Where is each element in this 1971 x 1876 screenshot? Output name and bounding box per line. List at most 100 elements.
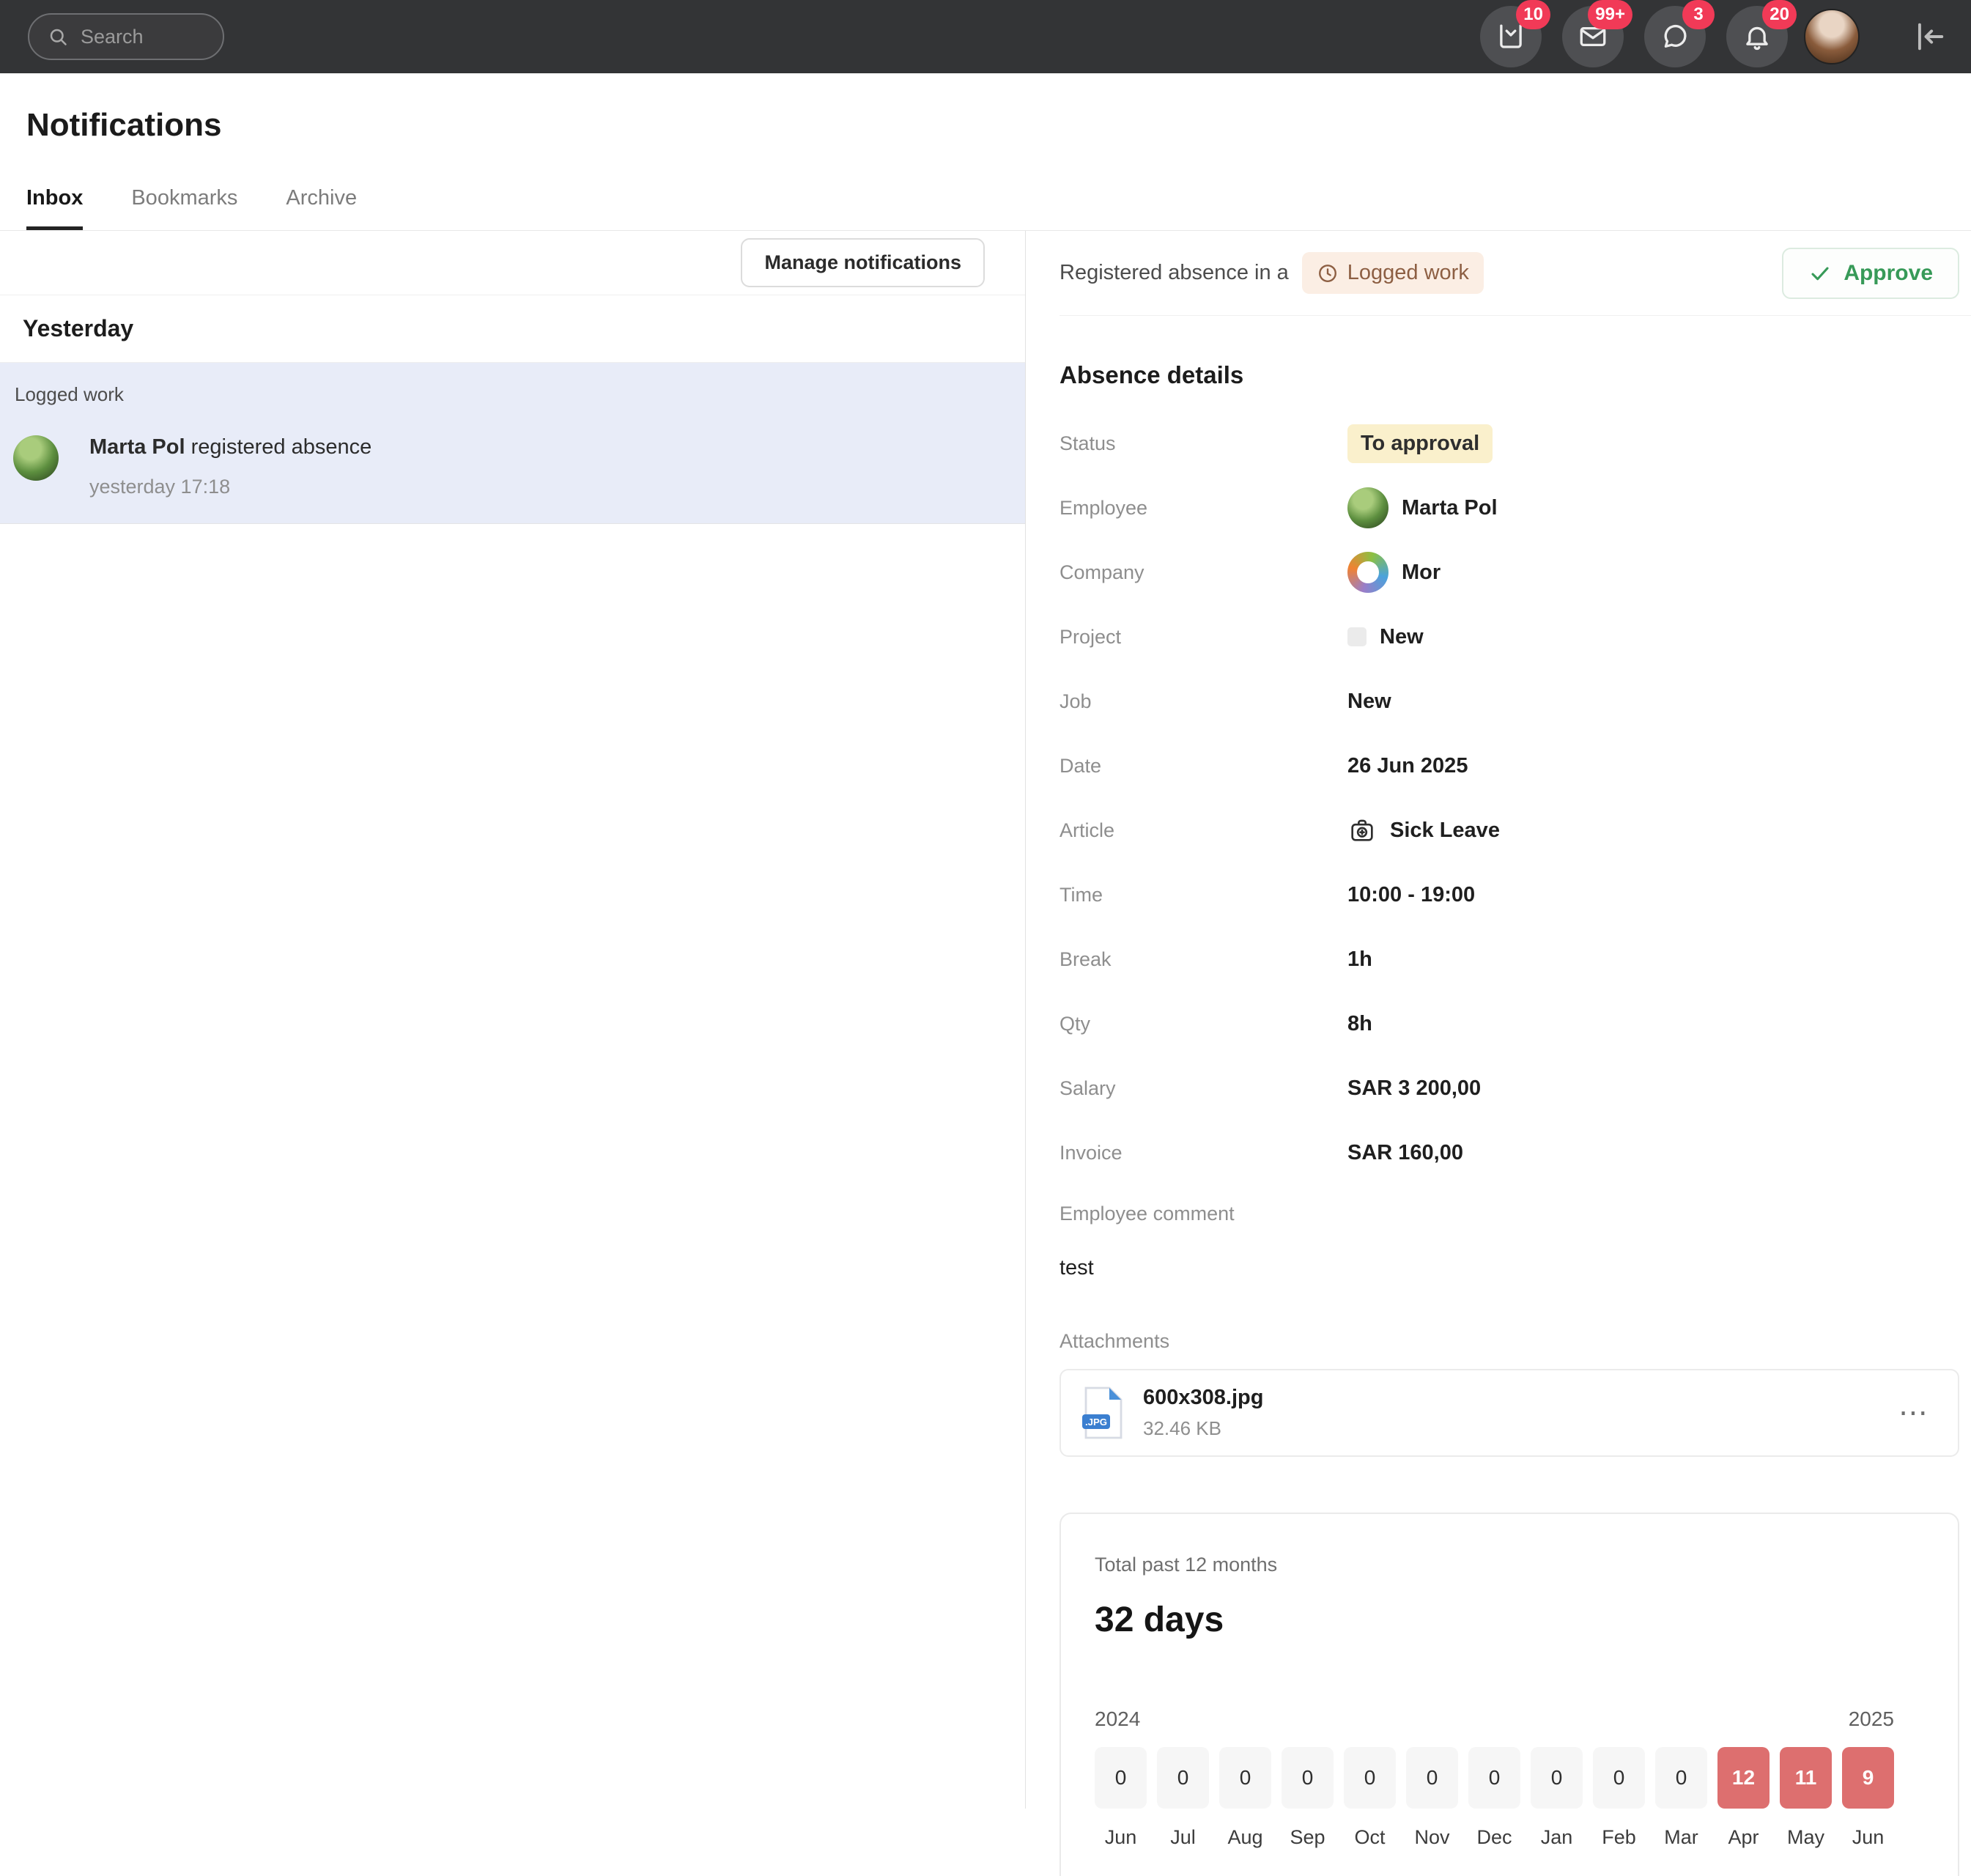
month-label: Jun	[1842, 1826, 1894, 1849]
collapse-left-icon	[1911, 18, 1949, 56]
search-input[interactable]	[81, 26, 198, 48]
attachment-file-size: 32.46 KB	[1143, 1417, 1263, 1440]
month-box: 0	[1095, 1747, 1147, 1809]
month-box-highlighted: 9	[1842, 1747, 1894, 1809]
chat-icon	[1660, 21, 1690, 52]
check-icon	[1808, 262, 1832, 285]
field-row-article: Article Sick Leave	[1060, 798, 1959, 863]
month-label: Apr	[1717, 1826, 1770, 1849]
field-row-invoice: Invoice SAR 160,00	[1060, 1120, 1959, 1185]
tray-download-button[interactable]: 10	[1480, 6, 1542, 67]
approve-button-label: Approve	[1844, 261, 1933, 286]
user-avatar[interactable]	[1804, 9, 1860, 64]
field-label: Company	[1060, 561, 1347, 584]
qty-value: 8h	[1347, 1012, 1372, 1036]
manage-notifications-button[interactable]: Manage notifications	[741, 238, 985, 287]
year-left-label: 2024	[1095, 1707, 1140, 1731]
year-right-label: 2025	[1849, 1707, 1894, 1731]
attachment-menu-button[interactable]: ⋯	[1898, 1406, 1930, 1420]
top-bar: 10 99+ 3 20	[0, 0, 1971, 73]
search-icon	[47, 26, 69, 48]
company-name: Mor	[1402, 561, 1441, 585]
field-label: Project	[1060, 626, 1347, 649]
tab-inbox[interactable]: Inbox	[26, 186, 83, 230]
notification-list-item[interactable]: Logged work Marta Pol registered absence…	[0, 363, 1025, 524]
tab-bookmarks[interactable]: Bookmarks	[131, 186, 237, 230]
field-row-break: Break 1h	[1060, 927, 1959, 991]
absence-details-fields: Status To approval Employee Marta Pol Co…	[1060, 411, 1959, 1185]
search-box[interactable]	[28, 13, 224, 60]
field-row-project: Project New	[1060, 605, 1959, 669]
invoice-value: SAR 160,00	[1347, 1141, 1463, 1165]
field-row-company: Company Mor	[1060, 540, 1959, 605]
month-box: 0	[1468, 1747, 1520, 1809]
notification-timestamp: yesterday 17:18	[89, 476, 371, 498]
attachment-file-name: 600x308.jpg	[1143, 1386, 1263, 1410]
month-label: Oct	[1344, 1826, 1396, 1849]
page-title: Notifications	[26, 107, 1945, 144]
summary-title: Total past 12 months	[1095, 1554, 1924, 1576]
month-label: May	[1780, 1826, 1832, 1849]
attachments-label: Attachments	[1060, 1330, 1959, 1353]
break-value: 1h	[1347, 948, 1372, 972]
detail-header-text: Registered absence in a	[1060, 261, 1289, 285]
tab-archive[interactable]: Archive	[286, 186, 357, 230]
attachment-card[interactable]: .JPG 600x308.jpg 32.46 KB ⋯	[1060, 1369, 1959, 1457]
company-logo	[1347, 552, 1388, 593]
detail-header-divider	[1060, 315, 1971, 316]
mail-button[interactable]: 99+	[1562, 6, 1624, 67]
months-chart: 0 0 0 0 0 0 0 0 0 0 12 11 9	[1095, 1747, 1924, 1809]
detail-panel: Registered absence in a Logged work Appr…	[1026, 231, 1971, 1809]
notification-actor: Marta Pol	[89, 435, 185, 459]
month-box: 0	[1344, 1747, 1396, 1809]
employee-comment-value: test	[1060, 1256, 1959, 1280]
month-label: Aug	[1219, 1826, 1271, 1849]
time-value: 10:00 - 19:00	[1347, 883, 1475, 907]
field-row-salary: Salary SAR 3 200,00	[1060, 1056, 1959, 1120]
employee-name: Marta Pol	[1402, 496, 1498, 520]
notification-list-panel: Manage notifications Yesterday Logged wo…	[0, 231, 1026, 1809]
project-name: New	[1380, 625, 1424, 649]
collapse-panel-button[interactable]	[1911, 18, 1949, 56]
date-value: 26 Jun 2025	[1347, 754, 1468, 778]
field-row-job: Job New	[1060, 669, 1959, 734]
month-label: Jul	[1157, 1826, 1209, 1849]
month-box-highlighted: 12	[1717, 1747, 1770, 1809]
notification-avatar	[13, 435, 59, 481]
clock-icon	[1317, 262, 1339, 284]
article-value: Sick Leave	[1390, 819, 1500, 843]
month-label: Mar	[1655, 1826, 1707, 1849]
jpg-file-icon: .JPG	[1081, 1386, 1124, 1440]
logged-work-badge: Logged work	[1302, 252, 1484, 294]
month-label: Jun	[1095, 1826, 1147, 1849]
bell-badge: 20	[1762, 0, 1797, 29]
month-label: Jan	[1531, 1826, 1583, 1849]
month-label: Dec	[1468, 1826, 1520, 1849]
medkit-icon	[1347, 816, 1377, 845]
month-box: 0	[1593, 1747, 1645, 1809]
chat-badge: 3	[1682, 0, 1715, 29]
bell-button[interactable]: 20	[1726, 6, 1788, 67]
field-label: Salary	[1060, 1077, 1347, 1100]
summary-total: 32 days	[1095, 1600, 1924, 1640]
month-label: Feb	[1593, 1826, 1645, 1849]
project-thumbnail	[1347, 627, 1367, 646]
notification-category: Logged work	[15, 383, 1003, 406]
chat-button[interactable]: 3	[1644, 6, 1706, 67]
status-badge: To approval	[1347, 424, 1493, 463]
month-label: Nov	[1406, 1826, 1458, 1849]
jpg-label: .JPG	[1085, 1417, 1107, 1428]
approve-button[interactable]: Approve	[1782, 248, 1959, 299]
field-label: Break	[1060, 948, 1347, 971]
absence-details-title: Absence details	[1060, 361, 1959, 389]
field-label: Status	[1060, 432, 1347, 455]
notification-action: registered absence	[185, 435, 372, 459]
month-box-highlighted: 11	[1780, 1747, 1832, 1809]
field-row-qty: Qty 8h	[1060, 991, 1959, 1056]
field-label: Date	[1060, 755, 1347, 778]
field-row-time: Time 10:00 - 19:00	[1060, 863, 1959, 927]
job-value: New	[1347, 690, 1391, 714]
month-label: Sep	[1282, 1826, 1334, 1849]
field-label: Article	[1060, 819, 1347, 842]
month-box: 0	[1157, 1747, 1209, 1809]
